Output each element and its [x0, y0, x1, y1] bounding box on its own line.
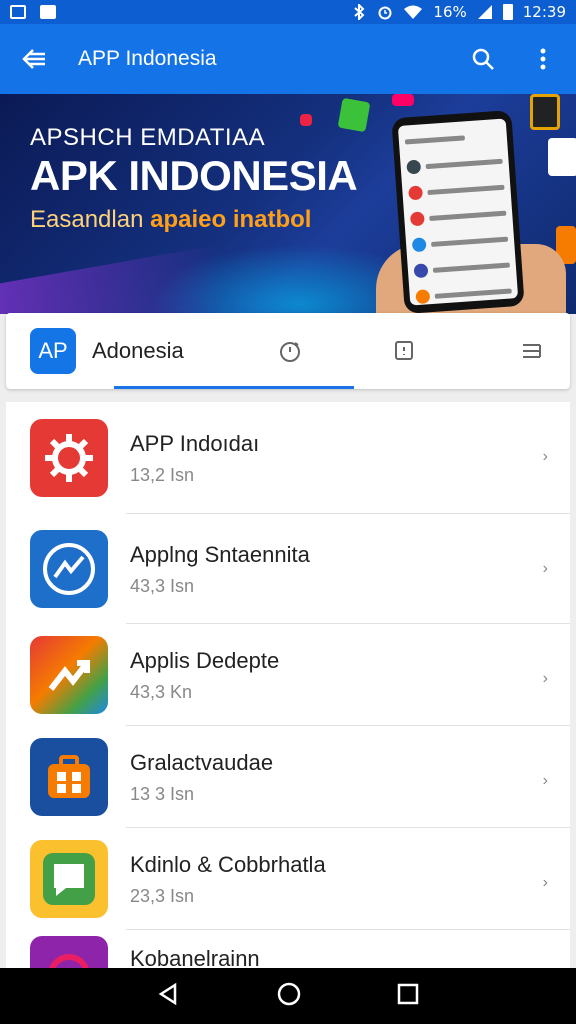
app-bar: APP Indonesia — [0, 24, 576, 94]
app-size: 13,2 Isn — [130, 464, 195, 485]
nav-home-icon[interactable] — [276, 981, 302, 1012]
nav-recents-icon[interactable] — [397, 983, 419, 1010]
wifi-icon — [404, 5, 423, 19]
tab-app-name[interactable]: Adonesia — [92, 338, 184, 364]
search-icon[interactable] — [466, 42, 500, 76]
tab-active-indicator — [114, 386, 354, 389]
floating-app-tile — [392, 94, 414, 106]
system-nav-bar — [0, 968, 576, 1024]
arrow-back-icon[interactable] — [16, 41, 52, 77]
app-size: 23,3 Isn — [130, 885, 195, 906]
app-bar-title: APP Indonesia — [78, 47, 217, 70]
list-item[interactable]: APP Indoıdaı 13,2 Isn › — [6, 402, 570, 514]
list-item[interactable]: Kobanelrainn — [6, 930, 570, 972]
banner-tagline: Easandlan apaieo inatbol — [30, 206, 311, 234]
chevron-right-icon: › — [542, 874, 548, 891]
chevron-right-icon: › — [542, 560, 548, 577]
app-name: Kdinlo & Cobbrhatla — [130, 851, 326, 877]
nav-back-icon[interactable] — [157, 982, 181, 1011]
image-notification-icon — [10, 5, 26, 19]
banner-purple-shape — [0, 244, 220, 314]
app-list: APP Indoıdaı 13,2 Isn › Applng Sntaennit… — [6, 402, 570, 972]
app-tab-bar: AP Adonesia — [6, 313, 570, 389]
list-icon[interactable] — [518, 337, 546, 365]
list-item[interactable]: Gralactvaudae 13 3 Isn › — [6, 726, 570, 828]
app-name: Applng Sntaennita — [130, 541, 310, 567]
chevron-right-icon: › — [542, 670, 548, 687]
chevron-right-icon: › — [542, 772, 548, 789]
more-vert-icon[interactable] — [526, 42, 560, 76]
banner-tagline-a: Easandlan — [30, 206, 144, 233]
circle-icon — [30, 936, 108, 972]
status-bar: 16% 12:39 — [0, 0, 576, 24]
floating-app-tile — [530, 94, 560, 130]
clock: 12:39 — [522, 3, 566, 21]
timer-icon[interactable] — [276, 337, 304, 365]
battery-text: 16% — [433, 3, 467, 21]
signal-icon — [477, 5, 492, 19]
app-name: Gralactvaudae — [130, 749, 274, 775]
bookmark-icon[interactable] — [390, 337, 418, 365]
app-size: 13 3 Isn — [130, 783, 195, 804]
app-name: Applis Dedepte — [130, 647, 280, 673]
app-name: APP Indoıdaı — [130, 430, 260, 456]
floating-app-tile — [337, 97, 371, 133]
chart-icon — [30, 530, 108, 608]
banner-tagline-c: inatbol — [232, 206, 312, 233]
alarm-icon — [378, 6, 392, 20]
chevron-right-icon: › — [542, 448, 548, 465]
banner-heading-large: APK INDONESIA — [30, 152, 358, 199]
app-size: 43,3 Isn — [130, 575, 195, 596]
briefcase-icon — [30, 738, 108, 816]
list-item[interactable]: Applng Sntaennita 43,3 Isn › — [6, 514, 570, 624]
bluetooth-icon — [354, 4, 365, 20]
promo-banner[interactable]: APSHCH EMDATIAA APK INDONESIA Easandlan … — [0, 94, 576, 314]
floating-app-tile — [300, 114, 312, 126]
list-item[interactable]: Kdinlo & Cobbrhatla 23,3 Isn › — [6, 828, 570, 930]
app-size: 43,3 Kn — [130, 681, 193, 702]
phone-illustration — [391, 110, 525, 314]
banner-tagline-b: apaieo — [150, 206, 227, 233]
chat-icon — [30, 840, 108, 918]
message-notification-icon — [40, 5, 56, 19]
list-item[interactable]: Applis Dedepte 43,3 Kn › — [6, 624, 570, 726]
banner-heading-small: APSHCH EMDATIAA — [30, 124, 266, 151]
gear-icon — [30, 419, 108, 497]
battery-icon — [502, 4, 513, 20]
arrow-icon — [30, 636, 108, 714]
app-logo: AP — [30, 328, 76, 374]
floating-app-tile — [548, 138, 576, 176]
